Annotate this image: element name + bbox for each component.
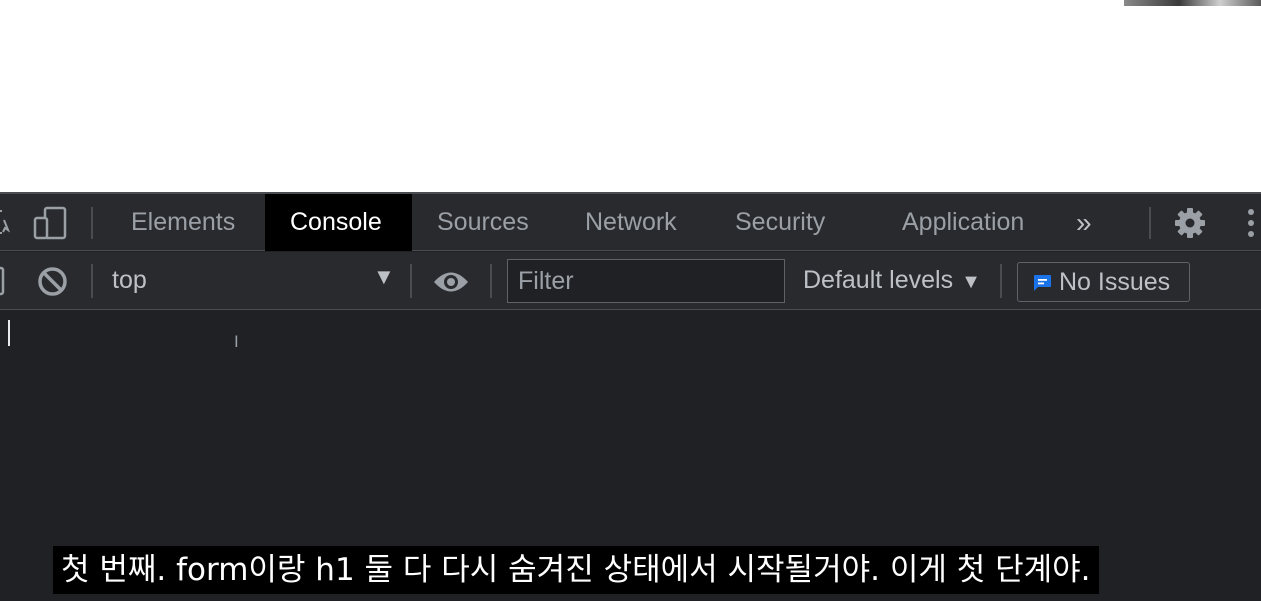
tab-separator [91,207,93,239]
log-levels-label: Default levels [803,266,954,294]
device-toolbar-icon[interactable] [33,206,67,240]
eye-icon[interactable] [432,269,470,295]
tab-application[interactable]: Application [885,194,1050,251]
sidebar-toggle-icon[interactable] [0,266,6,296]
chevron-down-icon: ▼ [961,271,981,293]
video-subtitle: 첫 번째. form이랑 h1 둘 다 다시 숨겨진 상태에서 시작될거야. 이… [53,546,1099,594]
tab-security[interactable]: Security [718,194,868,251]
inspect-element-icon[interactable] [0,208,10,236]
log-levels-dropdown[interactable]: Default levels ▼ [803,266,981,295]
issues-button[interactable]: No Issues [1017,262,1190,302]
message-icon [1034,275,1051,291]
toolbar-separator [410,264,412,298]
tab-elements[interactable]: Elements [114,194,256,251]
tab-network[interactable]: Network [568,194,708,251]
clear-console-icon[interactable] [37,266,68,297]
toolbar-separator [1000,264,1002,298]
chevron-down-icon[interactable]: ▼ [373,264,395,290]
toolbar-separator [91,264,93,298]
tab-console[interactable]: Console [265,194,412,251]
text-cursor-icon: Ι [234,332,239,351]
filter-box [507,259,785,303]
console-toolbar: top ▼ Default levels ▼ No Issues [0,252,1261,310]
web-page-area [0,0,1261,192]
more-tabs-button[interactable]: » [1066,194,1112,251]
context-selector[interactable]: top [112,266,147,295]
filter-input[interactable] [508,260,784,302]
kebab-menu-icon[interactable] [1246,208,1256,238]
gear-icon[interactable] [1174,207,1206,239]
console-prompt-caret [8,320,10,346]
tab-sources[interactable]: Sources [420,194,560,251]
toolbar-separator [490,264,492,298]
devtools-tab-bar: Elements Console Sources Network Securit… [0,194,1261,251]
tab-separator [1149,207,1151,239]
issues-label: No Issues [1059,268,1171,296]
webcam-thumbnail [1124,0,1261,6]
devtools-panel: Elements Console Sources Network Securit… [0,192,1261,601]
